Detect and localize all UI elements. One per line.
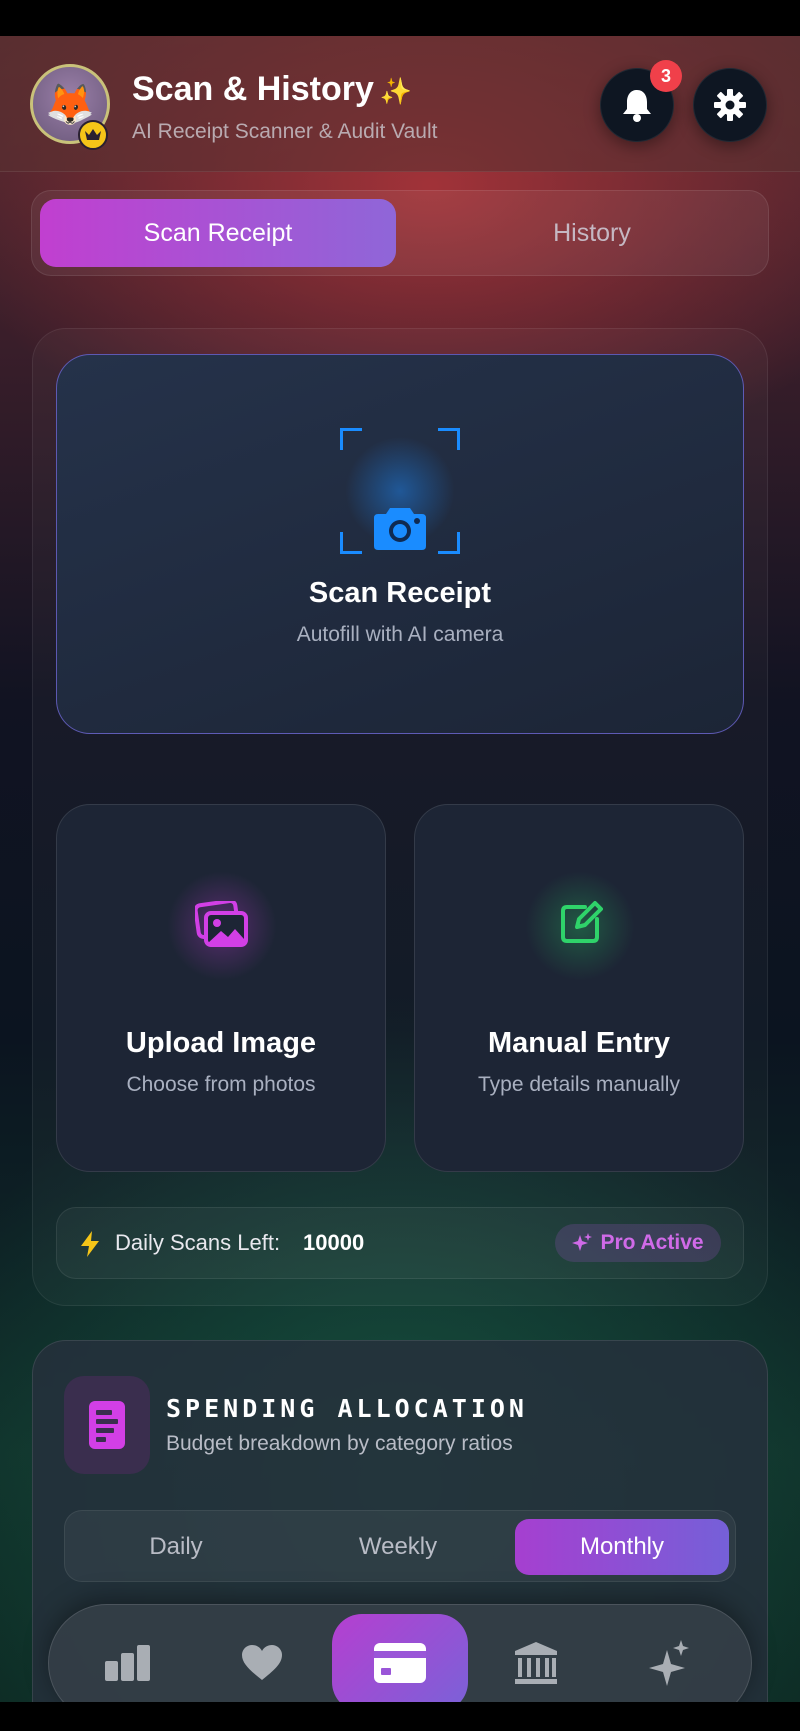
upload-card-title: Upload Image xyxy=(125,1027,317,1059)
nav-ai-assistant[interactable] xyxy=(630,1614,710,1702)
settings-button[interactable] xyxy=(693,68,767,142)
card-icon xyxy=(374,1643,426,1683)
nav-favorites[interactable] xyxy=(222,1614,302,1702)
edit-icon xyxy=(561,901,603,943)
period-monthly[interactable]: Monthly xyxy=(515,1519,729,1575)
mode-tabs: Scan Receipt History xyxy=(31,190,769,276)
period-weekly[interactable]: Weekly xyxy=(295,1519,501,1575)
lightning-icon xyxy=(81,1231,99,1257)
daily-scans-bar: Daily Scans Left: 10000 Pro Active xyxy=(56,1207,744,1279)
upload-card-subtitle: Choose from photos xyxy=(126,1073,316,1096)
scan-card-subtitle: Autofill with AI camera xyxy=(296,623,504,646)
spending-subtitle: Budget breakdown by category ratios xyxy=(166,1432,513,1455)
sparkles-icon xyxy=(649,1640,689,1686)
gear-icon xyxy=(714,89,746,121)
scan-card-title: Scan Receipt xyxy=(308,577,492,609)
daily-scans-value: 10000 xyxy=(303,1230,365,1255)
nav-analytics[interactable] xyxy=(88,1614,168,1702)
tab-history[interactable]: History xyxy=(427,199,757,267)
period-daily[interactable]: Daily xyxy=(73,1519,279,1575)
pro-active-badge: Pro Active xyxy=(555,1224,721,1262)
photos-icon xyxy=(195,901,248,947)
chart-icon xyxy=(105,1645,150,1681)
page-title: Scan & History ✨ xyxy=(132,70,412,109)
bell-icon xyxy=(623,90,651,122)
notification-badge: 3 xyxy=(650,60,682,92)
nav-scan[interactable] xyxy=(332,1614,468,1702)
manual-card-title: Manual Entry xyxy=(487,1027,671,1059)
daily-scans-label: Daily Scans Left: xyxy=(115,1230,281,1255)
sparkles-icon xyxy=(572,1233,593,1251)
app-screen: 🦊 Scan & History ✨ AI Receipt Scanner & A… xyxy=(0,36,800,1702)
tab-scan-receipt[interactable]: Scan Receipt xyxy=(40,199,396,267)
spending-title: SPENDING ALLOCATION xyxy=(166,1394,528,1423)
page-title-text: Scan & History xyxy=(132,70,374,108)
screen-bottom-edge xyxy=(0,1702,800,1731)
bank-icon xyxy=(515,1642,557,1684)
heart-icon xyxy=(242,1645,282,1680)
document-icon xyxy=(64,1376,150,1474)
nav-bank[interactable] xyxy=(496,1614,576,1702)
pro-active-label: Pro Active xyxy=(600,1231,704,1254)
sparkle-icon: ✨ xyxy=(379,76,413,106)
upload-image-card[interactable]: Upload Image Choose from photos xyxy=(56,804,386,1172)
period-selector: Daily Weekly Monthly xyxy=(64,1510,736,1582)
manual-card-subtitle: Type details manually xyxy=(478,1073,680,1096)
camera-icon xyxy=(374,508,426,550)
frame-corner xyxy=(438,428,460,450)
frame-corner xyxy=(340,428,362,450)
manual-entry-card[interactable]: Manual Entry Type details manually xyxy=(414,804,744,1172)
page-subtitle: AI Receipt Scanner & Audit Vault xyxy=(132,120,438,143)
frame-corner xyxy=(340,532,362,554)
crown-icon xyxy=(78,120,108,150)
app-header: 🦊 Scan & History ✨ AI Receipt Scanner & A… xyxy=(0,36,800,172)
frame-corner xyxy=(438,532,460,554)
